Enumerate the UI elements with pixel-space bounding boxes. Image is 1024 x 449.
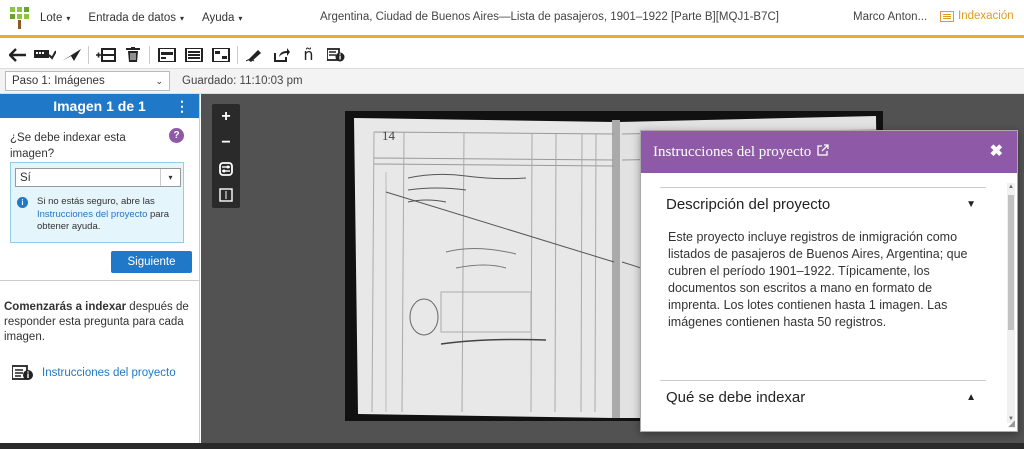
close-icon[interactable]: ✖: [990, 141, 1003, 161]
modal-header: Instrucciones del proyecto ✖: [641, 131, 1017, 173]
send-icon[interactable]: [58, 43, 85, 67]
begin-indexing-text: Comenzarás a indexar después de responde…: [4, 301, 189, 343]
add-record-icon[interactable]: [92, 43, 119, 67]
expand-triangle-icon: ▲: [966, 392, 976, 403]
info-hint: Si no estás seguro, abre las Instruccion…: [37, 196, 170, 232]
answer-box: Sí ▾ i Si no estás seguro, abre las Inst…: [10, 162, 184, 243]
toolbar-divider: [237, 45, 238, 64]
zoom-controls: + −: [212, 104, 240, 208]
kebab-menu-icon[interactable]: ⋮: [175, 98, 189, 115]
instructions-icon: [12, 365, 33, 380]
instructions-link[interactable]: Instrucciones del proyecto: [37, 209, 147, 220]
user-menu[interactable]: Marco Anton...: [853, 11, 927, 23]
help-icon[interactable]: ?: [169, 128, 184, 143]
image-counter-header: Imagen 1 de 1 ⋮: [0, 94, 199, 118]
project-instructions-modal: Instrucciones del proyecto ✖ Descripción…: [640, 130, 1018, 432]
menu-entrada-de-datos[interactable]: Entrada de datos ▾: [88, 12, 184, 24]
caret-down-icon: ▾: [160, 169, 180, 186]
left-panel: Imagen 1 de 1 ⋮ ¿Se debe indexar esta im…: [0, 94, 200, 449]
menu-lote[interactable]: Lote ▾: [40, 12, 70, 24]
fit-image-icon[interactable]: [212, 182, 240, 208]
zoom-in-icon[interactable]: +: [212, 104, 240, 130]
toolbar: ñ: [0, 41, 1024, 69]
field-split-icon[interactable]: [180, 43, 207, 67]
back-arrow-icon[interactable]: [4, 43, 31, 67]
field-merge-icon[interactable]: [207, 43, 234, 67]
zoom-out-icon[interactable]: −: [212, 130, 240, 156]
next-button[interactable]: Siguiente: [111, 251, 192, 273]
toolbar-divider: [149, 45, 150, 64]
divider: [0, 280, 199, 281]
scroll-up-icon[interactable]: ▲: [1007, 183, 1015, 191]
toolbar-divider: [88, 45, 89, 64]
indexing-link[interactable]: Indexación: [940, 10, 1014, 22]
section-description-text: Este proyecto incluye registros de inmig…: [668, 230, 968, 329]
top-menu-bar: Lote ▾ Entrada de datos ▾ Ayuda ▾ Argentina…: [0, 0, 1024, 38]
svg-text:14: 14: [382, 128, 396, 143]
instructions-icon[interactable]: [322, 43, 349, 67]
chevron-down-icon: ▾: [180, 13, 185, 23]
chevron-down-icon: ⌄: [155, 75, 163, 86]
trash-icon[interactable]: [119, 43, 146, 67]
field-list-icon[interactable]: [153, 43, 180, 67]
resize-grip-icon[interactable]: ◢: [1008, 418, 1015, 429]
keyboard-check-icon[interactable]: [31, 43, 58, 67]
scroll-thumb[interactable]: [1008, 195, 1014, 330]
info-icon: i: [17, 197, 28, 208]
familysearch-logo-icon[interactable]: [8, 6, 32, 30]
saved-status: Guardado: 11:10:03 pm: [182, 75, 303, 87]
step-bar: Paso 1: Imágenes ⌄ Guardado: 11:10:03 pm: [0, 69, 1024, 94]
adjust-image-icon[interactable]: [212, 156, 240, 182]
collapse-triangle-icon: ▼: [966, 199, 976, 210]
modal-body: Descripción del proyecto ▼ Este proyecto…: [641, 173, 1007, 431]
pen-icon[interactable]: [241, 43, 268, 67]
index-question: ¿Se debe indexar esta imagen?: [10, 132, 126, 160]
external-link-icon[interactable]: [817, 144, 829, 160]
menu-ayuda[interactable]: Ayuda ▾: [202, 12, 242, 24]
answer-select[interactable]: Sí ▾: [15, 168, 181, 187]
n-tilde-icon[interactable]: ñ: [295, 43, 322, 67]
section-what-to-index-header[interactable]: Qué se debe indexar ▲: [660, 380, 986, 414]
status-strip: [0, 443, 1024, 449]
section-description-header[interactable]: Descripción del proyecto ▼: [660, 187, 986, 221]
chevron-down-icon: ▾: [238, 13, 243, 23]
modal-scrollbar[interactable]: ▲ ▼: [1007, 183, 1015, 423]
document-title: Argentina, Ciudad de Buenos Aires—Lista …: [320, 11, 779, 23]
project-instructions-link[interactable]: Instrucciones del proyecto: [12, 365, 176, 381]
share-icon[interactable]: [268, 43, 295, 67]
chevron-down-icon: ▾: [66, 13, 71, 23]
indexing-icon: [940, 10, 954, 22]
step-select[interactable]: Paso 1: Imágenes ⌄: [5, 71, 170, 91]
